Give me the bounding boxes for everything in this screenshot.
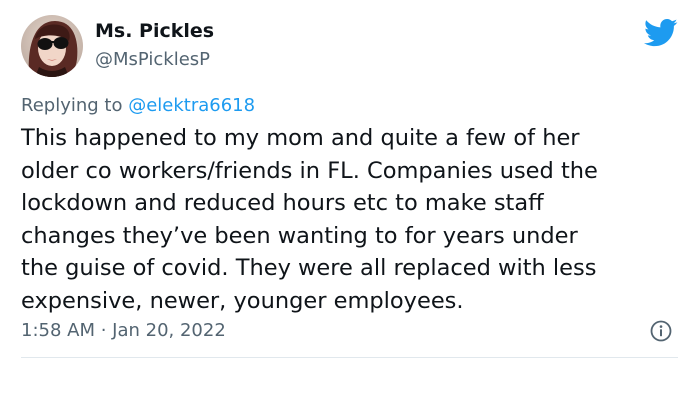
divider: [21, 357, 678, 358]
info-icon[interactable]: [650, 320, 672, 342]
tweet-text-line: expensive, newer, younger employees.: [21, 287, 464, 314]
avatar[interactable]: [21, 15, 83, 77]
tweet-text-line: older co workers/friends in FL. Companie…: [21, 157, 598, 184]
tweet-text: This happened to my mom and quite a few …: [21, 122, 686, 318]
tweet-text-line: lockdown and reduced hours etc to make s…: [21, 190, 544, 217]
tweet-card: Ms. Pickles @MsPicklesP Replying to @ele…: [0, 0, 700, 410]
tweet-timestamp[interactable]: 1:58 AM · Jan 20, 2022: [21, 320, 226, 341]
reply-prefix: Replying to: [21, 95, 123, 116]
reply-context: Replying to @elektra6618: [21, 95, 255, 116]
twitter-bird-icon[interactable]: [644, 18, 678, 48]
tweet-text-line: This happened to my mom and quite a few …: [21, 125, 580, 151]
tweet-text-line: the guise of covid. They were all replac…: [21, 255, 597, 282]
author-name[interactable]: Ms. Pickles: [95, 20, 214, 42]
tweet-text-line: changes they’ve been wanting to for year…: [21, 222, 578, 249]
reply-mention-link[interactable]: @elektra6618: [128, 95, 255, 116]
author-handle[interactable]: @MsPicklesP: [95, 49, 210, 70]
